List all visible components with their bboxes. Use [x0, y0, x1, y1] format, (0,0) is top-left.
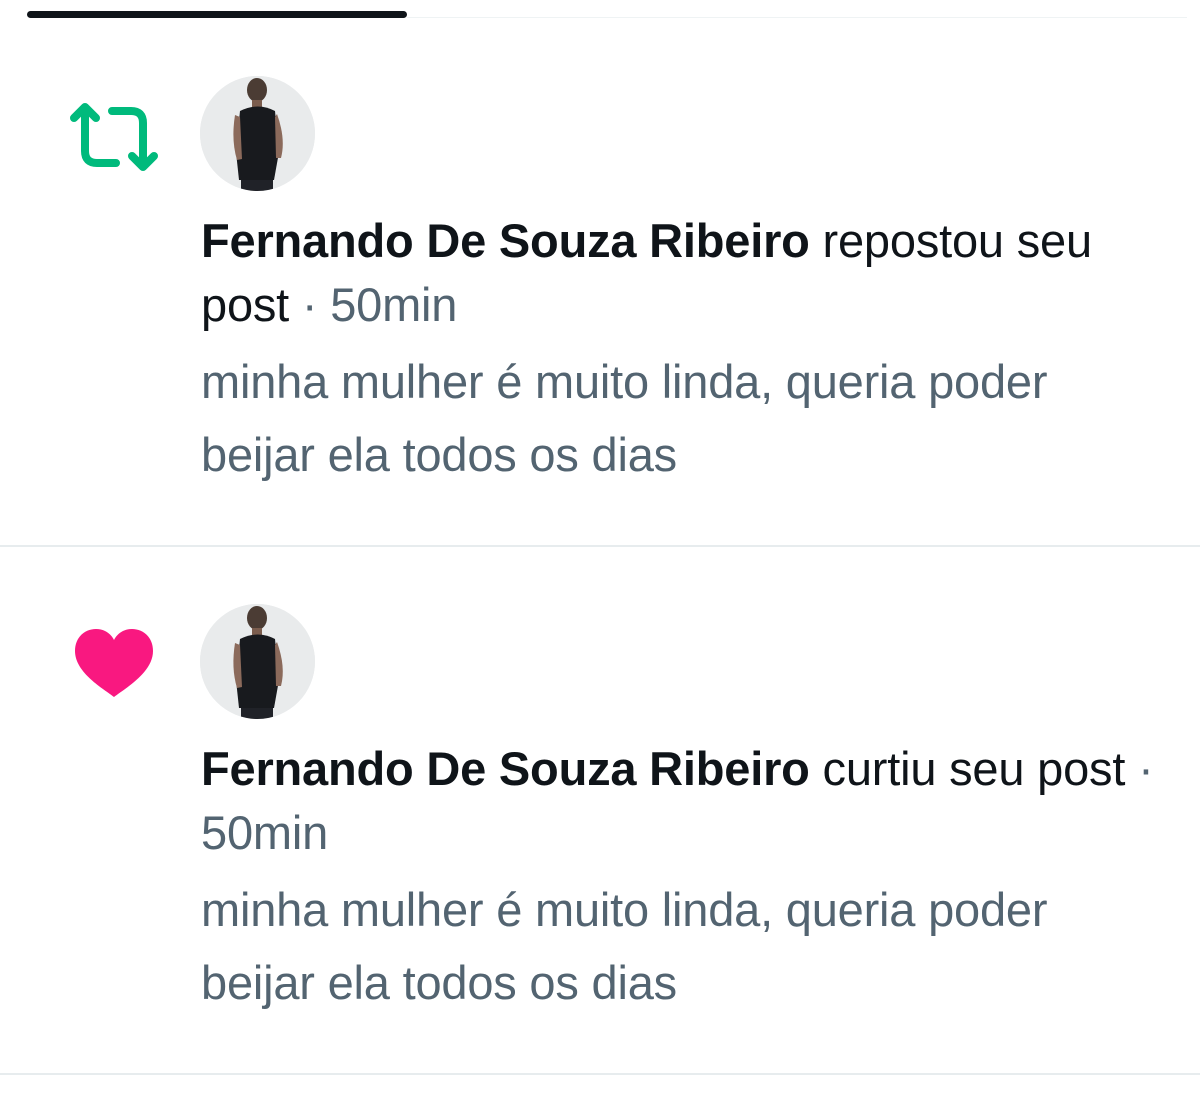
user-name[interactable]: Fernando De Souza Ribeiro — [201, 214, 810, 267]
avatar[interactable] — [200, 76, 315, 191]
notification-text: Fernando De Souza Ribeiro curtiu seu pos… — [201, 737, 1161, 1019]
post-text: minha mulher é muito linda, queria poder… — [201, 883, 1048, 1009]
active-tab-indicator — [27, 11, 407, 18]
notification-like[interactable]: Fernando De Souza Ribeiro curtiu seu pos… — [0, 547, 1200, 1075]
repost-icon — [70, 103, 158, 171]
timestamp: 50min — [330, 278, 458, 331]
feed-continuation — [0, 1075, 1200, 1118]
post-text: minha mulher é muito linda, queria poder… — [201, 355, 1048, 481]
timestamp: 50min — [201, 806, 329, 859]
separator: · — [1138, 742, 1154, 795]
tab-divider — [407, 17, 1187, 18]
user-name[interactable]: Fernando De Souza Ribeiro — [201, 742, 810, 795]
notification-text: Fernando De Souza Ribeiro repostou seu p… — [201, 209, 1161, 491]
heart-icon — [75, 629, 153, 697]
action-text: curtiu seu post — [822, 742, 1126, 795]
separator: · — [301, 278, 318, 331]
avatar[interactable] — [200, 604, 315, 719]
notification-repost[interactable]: Fernando De Souza Ribeiro repostou seu p… — [0, 19, 1200, 547]
